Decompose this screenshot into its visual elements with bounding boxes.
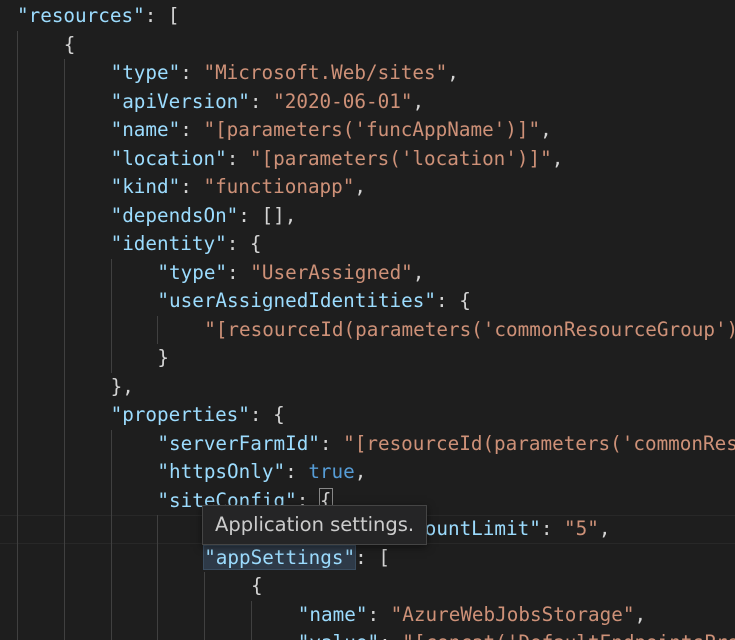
- indent-guide: [251, 600, 252, 640]
- json-string: "5": [564, 517, 599, 540]
- json-punctuation: ,: [412, 260, 425, 284]
- json-punctuation: : [: [144, 4, 180, 27]
- json-punctuation: ,: [551, 146, 564, 170]
- code-line[interactable]: "name": "AzureWebJobsStorage",: [298, 601, 646, 630]
- json-key: "location": [110, 146, 227, 170]
- json-punctuation: :: [367, 602, 391, 626]
- code-line[interactable]: "appSettings": [: [203, 544, 390, 573]
- indent-guide: [110, 258, 112, 373]
- code-line[interactable]: "dependsOn": [],: [111, 202, 297, 231]
- json-punctuation: : {: [226, 232, 262, 255]
- json-key: "resources": [17, 4, 145, 27]
- json-string: "UserAssigned": [250, 260, 413, 284]
- json-punctuation: ,: [354, 460, 367, 483]
- code-line[interactable]: },: [111, 373, 134, 402]
- json-punctuation: :: [180, 61, 204, 84]
- json-key: "name": [297, 602, 368, 626]
- json-key: "httpsOnly": [157, 460, 286, 483]
- code-line[interactable]: "kind": "functionapp",: [111, 173, 366, 202]
- code-line[interactable]: "httpsOnly": true,: [157, 458, 366, 487]
- json-punctuation: ,: [634, 602, 647, 626]
- json-punctuation: :: [379, 631, 402, 640]
- json-key: "identity": [110, 232, 227, 255]
- json-punctuation: ,: [354, 175, 366, 198]
- code-line[interactable]: "serverFarmId": "[resourceId(parameters(…: [157, 430, 735, 459]
- code-line[interactable]: "value": "[concat('DefaultEndpointsProto…: [298, 629, 735, 640]
- hover-tooltip: Application settings.: [202, 505, 428, 545]
- json-string: "functionapp": [203, 175, 355, 198]
- json-punctuation: :: [180, 175, 204, 198]
- json-key: "dependsOn": [110, 203, 239, 227]
- json-key: "type": [110, 61, 181, 84]
- json-punctuation: :: [227, 260, 251, 284]
- json-punctuation: :: [540, 517, 565, 540]
- json-string: "[parameters('funcAppName')]": [203, 118, 541, 141]
- code-line[interactable]: "location": "[parameters('location')]",: [111, 145, 564, 174]
- json-key: "kind": [110, 175, 181, 198]
- json-key: "properties": [110, 403, 250, 426]
- indent-guide: [110, 429, 112, 640]
- code-line[interactable]: "[resourceId(parameters('commonResourceG…: [204, 316, 735, 345]
- json-keyword: true: [308, 460, 355, 483]
- json-punctuation: : {: [436, 289, 471, 312]
- json-key: "name": [110, 118, 181, 141]
- code-line[interactable]: {: [251, 572, 263, 601]
- json-punctuation: {: [63, 32, 76, 56]
- json-punctuation: :: [285, 460, 309, 483]
- json-key: "appSettings": [203, 544, 357, 570]
- json-string: "Microsoft.Web/sites": [203, 61, 448, 84]
- json-string: "2020-06-01": [273, 89, 413, 113]
- code-line[interactable]: "type": "Microsoft.Web/sites",: [111, 59, 459, 88]
- json-punctuation: ,: [412, 89, 425, 113]
- json-punctuation: :: [249, 89, 274, 113]
- json-punctuation: }: [157, 346, 169, 369]
- json-punctuation: ,: [540, 118, 552, 141]
- code-line[interactable]: "apiVersion": "2020-06-01",: [111, 88, 424, 117]
- json-string: "[concat('DefaultEndpointsProtocol=https: [402, 631, 735, 640]
- json-punctuation: },: [110, 374, 134, 398]
- json-punctuation: :: [180, 118, 204, 141]
- indent-guide: [157, 515, 159, 640]
- json-string: "[resourceId(parameters('commonResourceG…: [204, 317, 735, 341]
- json-string: "AzureWebJobsStorage": [390, 602, 635, 626]
- code-line[interactable]: "name": "[parameters('funcAppName')]",: [111, 116, 552, 145]
- json-punctuation: :: [226, 146, 250, 170]
- json-punctuation: : [],: [238, 203, 297, 227]
- code-line[interactable]: "type": "UserAssigned",: [157, 259, 424, 288]
- json-punctuation: : [: [355, 545, 390, 569]
- json-key: "apiVersion": [110, 89, 250, 113]
- code-editor[interactable]: "resources": [{"type": "Microsoft.Web/si…: [0, 0, 735, 640]
- code-line[interactable]: "userAssignedIdentities": {: [157, 287, 470, 316]
- code-line[interactable]: }: [157, 344, 169, 373]
- indent-guide: [204, 572, 206, 640]
- indent-guide: [63, 59, 65, 640]
- indent-guide: [17, 30, 18, 640]
- indent-guide: [157, 315, 159, 344]
- code-line[interactable]: {: [64, 31, 76, 60]
- json-punctuation: : {: [249, 403, 285, 426]
- code-line[interactable]: "properties": {: [111, 401, 285, 430]
- json-punctuation: {: [251, 574, 263, 597]
- code-line[interactable]: "identity": {: [111, 230, 262, 259]
- json-key: "value": [298, 631, 379, 640]
- json-key: "userAssignedIdentities": [157, 289, 436, 312]
- json-punctuation: ,: [447, 61, 459, 84]
- json-key: "type": [157, 260, 228, 284]
- json-string: "[resourceId(parameters('commonResourceG…: [343, 431, 735, 455]
- code-line[interactable]: "resources": [: [17, 2, 180, 31]
- json-punctuation: :: [319, 431, 344, 455]
- json-punctuation: ,: [598, 517, 611, 540]
- json-string: "[parameters('location')]": [249, 146, 552, 170]
- json-key: "serverFarmId": [157, 431, 320, 455]
